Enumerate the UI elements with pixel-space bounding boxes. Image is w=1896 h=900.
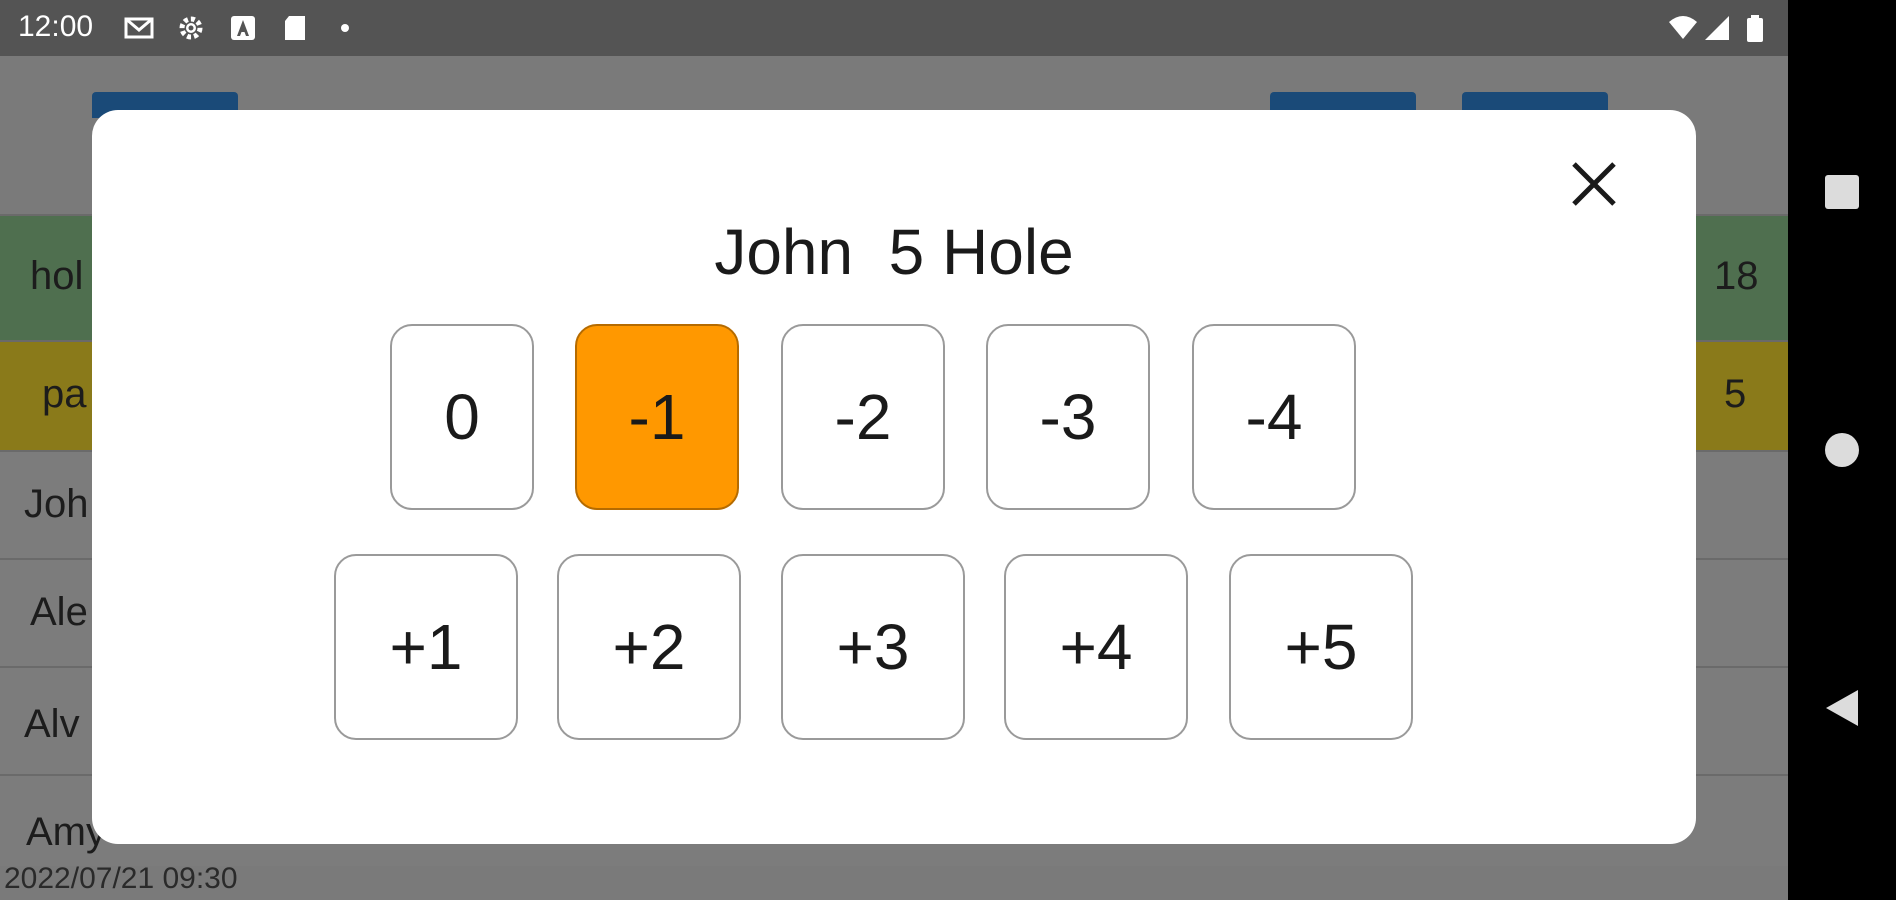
dialog-title: John 5 Hole: [714, 216, 1074, 288]
score-button[interactable]: 0: [390, 324, 534, 510]
score-button[interactable]: +3: [781, 554, 965, 740]
player-name: Joh: [24, 482, 89, 526]
gmail-icon: [124, 17, 154, 39]
wifi-icon: [1669, 16, 1697, 39]
score-button[interactable]: -2: [781, 324, 945, 510]
back-icon[interactable]: [1822, 688, 1862, 728]
font-a-icon: [231, 16, 255, 40]
player-name: Alv: [24, 702, 80, 746]
recents-icon[interactable]: [1822, 172, 1862, 212]
close-icon[interactable]: [1562, 152, 1626, 216]
score-button[interactable]: +5: [1229, 554, 1413, 740]
score-button[interactable]: -3: [986, 324, 1150, 510]
status-time: 12:00: [18, 10, 94, 43]
score-button[interactable]: -4: [1192, 324, 1356, 510]
settings-icon: [179, 16, 203, 40]
par-row-last-value: 5: [1724, 372, 1747, 416]
footer-timestamp: 2022/07/21 09:30: [4, 862, 238, 895]
battery-icon: [1747, 15, 1763, 42]
score-button-selected[interactable]: -1: [575, 324, 739, 510]
dot-icon: [341, 24, 349, 32]
score-button[interactable]: +4: [1004, 554, 1188, 740]
player-name: Ale: [30, 590, 88, 634]
navigation-bar: [1788, 0, 1896, 900]
hole-row-last-value: 18: [1714, 254, 1759, 298]
sd-card-icon: [285, 16, 305, 40]
home-icon[interactable]: [1822, 430, 1862, 470]
status-bar: 12:00: [0, 0, 1788, 56]
hole-row-label: hol: [30, 254, 84, 298]
par-row-label: pa: [42, 372, 87, 416]
score-button[interactable]: +2: [557, 554, 741, 740]
score-dialog: John 5 Hole 0 -1 -2 -3 -4 +1 +2 +3 +4 +5: [92, 110, 1696, 844]
score-button[interactable]: +1: [334, 554, 518, 740]
signal-icon: [1705, 16, 1729, 40]
